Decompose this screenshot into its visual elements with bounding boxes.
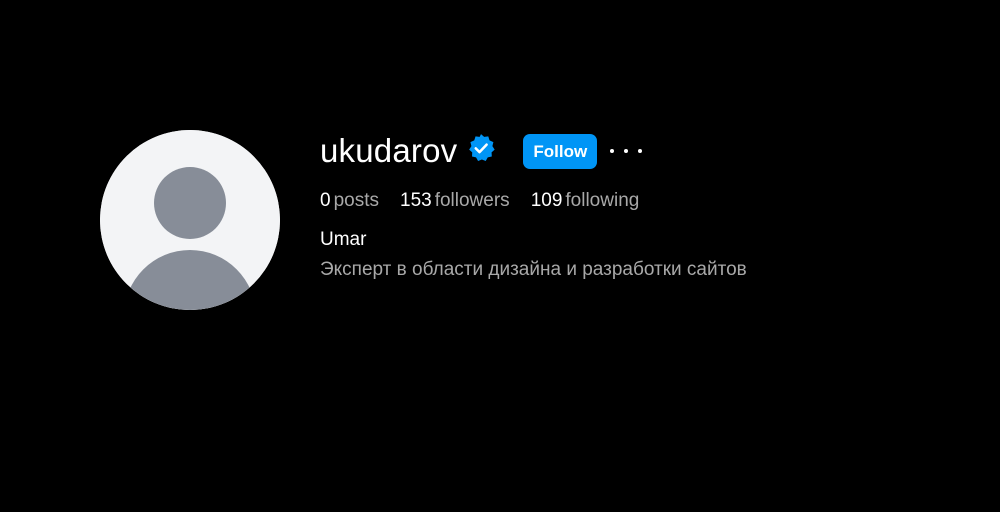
profile-info: ukudarov Follow 0 posts 153 followers 10… — [320, 131, 747, 281]
more-options-icon[interactable] — [610, 141, 643, 161]
following-stat[interactable]: 109 following — [531, 190, 640, 212]
followers-label: followers — [434, 190, 510, 211]
name-row: ukudarov Follow — [320, 131, 747, 171]
followers-stat[interactable]: 153 followers — [400, 190, 510, 212]
profile-header: ukudarov Follow 0 posts 153 followers 10… — [0, 0, 1000, 512]
default-avatar-icon — [100, 130, 280, 310]
following-count: 109 — [530, 190, 563, 211]
posts-label: posts — [333, 190, 379, 211]
follow-button[interactable]: Follow — [523, 133, 598, 169]
bio-text: Эксперт в области дизайна и разработки с… — [320, 259, 747, 280]
profile-stats: 0 posts 153 followers 109 following — [320, 190, 747, 212]
avatar[interactable] — [100, 130, 280, 310]
posts-count: 0 — [320, 190, 331, 211]
username: ukudarov — [320, 132, 458, 169]
full-name: Umar — [320, 229, 367, 250]
following-label: following — [565, 190, 640, 211]
posts-stat: 0 posts — [320, 190, 379, 212]
verified-badge-icon — [466, 133, 496, 163]
followers-count: 153 — [400, 190, 432, 211]
